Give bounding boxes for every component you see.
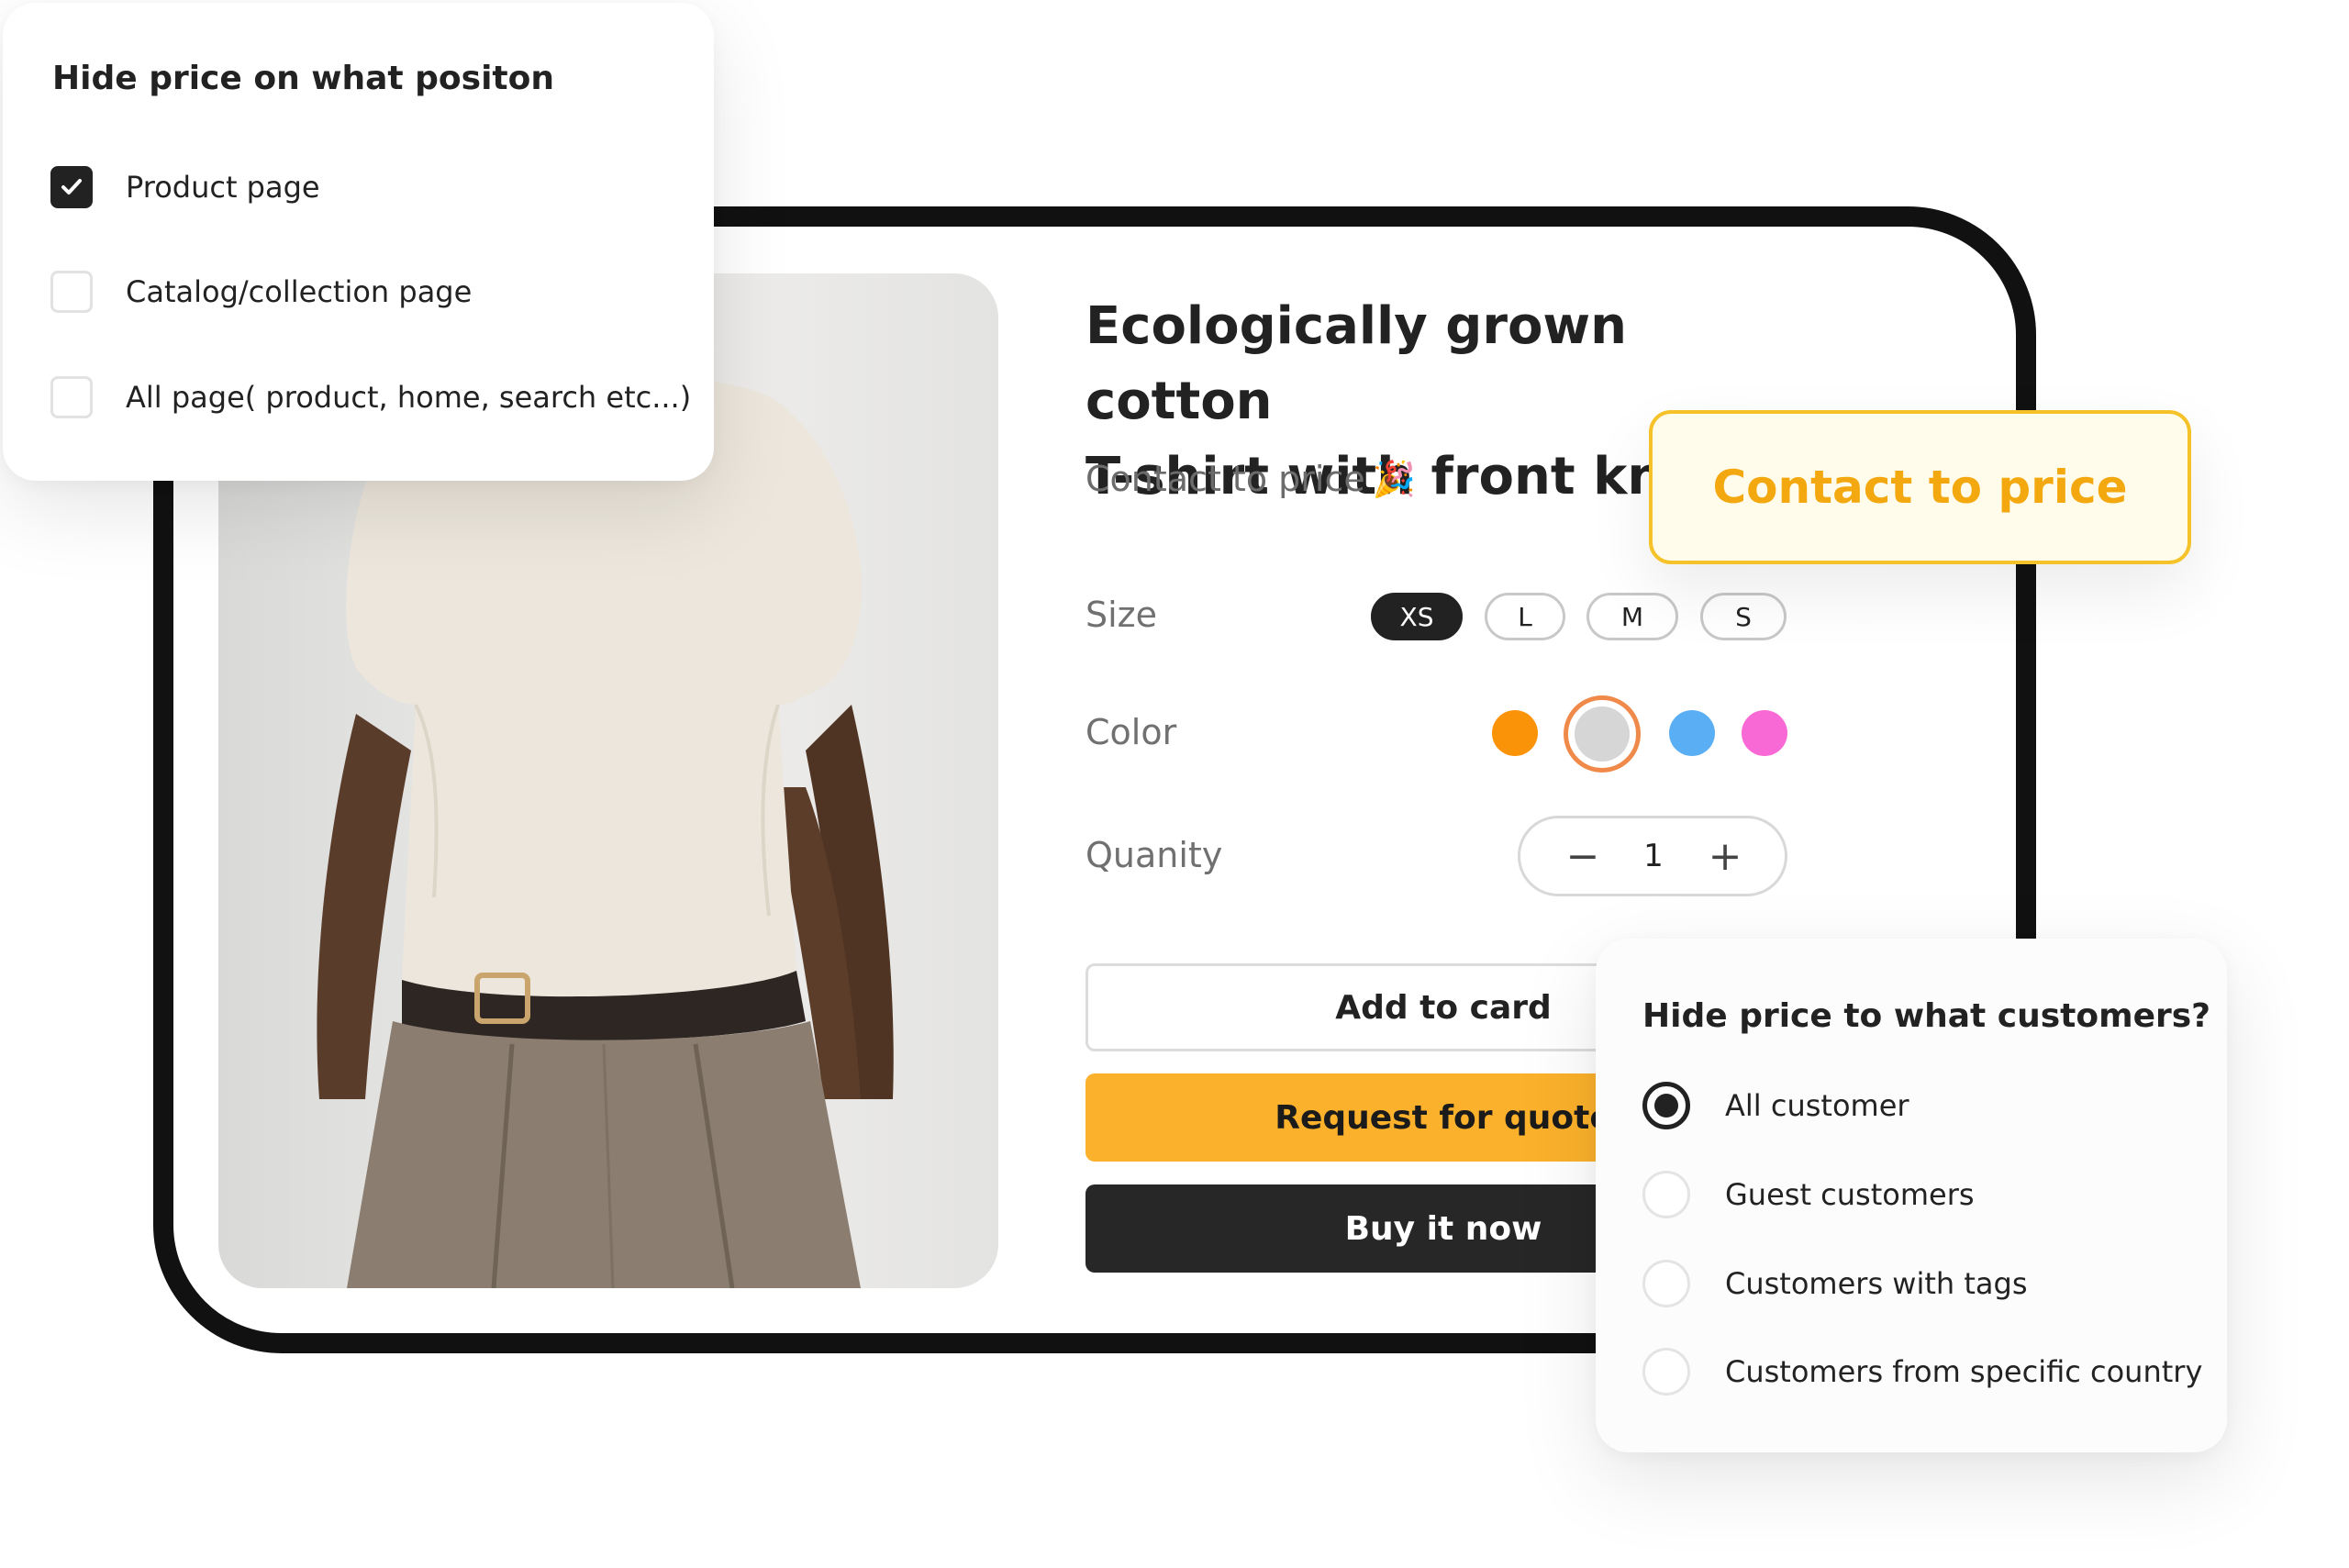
price-text: Contact to price 🎉 — [1085, 459, 1416, 500]
radio-selected[interactable] — [1642, 1082, 1690, 1129]
plus-icon[interactable]: + — [1699, 818, 1751, 894]
checkmark-icon — [61, 179, 82, 195]
color-swatch-blue[interactable] — [1669, 710, 1715, 756]
size-label: Size — [1085, 595, 1158, 635]
quantity-stepper: − 1 + — [1518, 816, 1787, 896]
option-label: Customers from specific country — [1725, 1354, 2203, 1389]
color-swatch-gray-selected[interactable] — [1564, 695, 1641, 773]
radio-unselected[interactable] — [1642, 1348, 1690, 1396]
quantity-value[interactable]: 1 — [1628, 818, 1679, 894]
option-label: All customer — [1725, 1088, 1909, 1123]
hide-price-position-card: Hide price on what positon Product page … — [3, 3, 714, 481]
customer-option-tags[interactable]: Customers with tags — [1642, 1260, 2027, 1307]
checkbox-unchecked[interactable] — [50, 271, 93, 313]
position-option-all-pages[interactable]: All page( product, home, search etc...) — [50, 376, 691, 418]
price-label: Contact to price — [1085, 459, 1365, 499]
customer-option-guest[interactable]: Guest customers — [1642, 1171, 1975, 1218]
party-popper-icon: 🎉 — [1372, 459, 1417, 499]
size-option-l[interactable]: L — [1485, 593, 1565, 640]
option-label: All page( product, home, search etc...) — [126, 380, 692, 415]
option-label: Customers with tags — [1725, 1266, 2028, 1301]
position-option-catalog-page[interactable]: Catalog/collection page — [50, 271, 472, 313]
radio-unselected[interactable] — [1642, 1171, 1690, 1218]
option-label: Product page — [126, 170, 320, 205]
color-label: Color — [1085, 712, 1177, 752]
contact-to-price-badge: Contact to price — [1649, 410, 2191, 564]
option-label: Guest customers — [1725, 1177, 1975, 1212]
color-swatch-gray-fill — [1575, 706, 1630, 762]
size-option-m[interactable]: M — [1586, 593, 1678, 640]
color-swatch-pink[interactable] — [1742, 710, 1787, 756]
checkbox-checked[interactable] — [50, 166, 93, 208]
customer-option-country[interactable]: Customers from specific country — [1642, 1348, 2202, 1396]
radio-unselected[interactable] — [1642, 1260, 1690, 1307]
hide-price-customers-card: Hide price to what customers? All custom… — [1596, 939, 2227, 1452]
size-option-xs[interactable]: XS — [1371, 593, 1463, 640]
option-label: Catalog/collection page — [126, 274, 473, 309]
customer-option-all[interactable]: All customer — [1642, 1082, 1909, 1129]
position-card-title: Hide price on what positon — [52, 60, 554, 97]
quantity-label: Quanity — [1085, 835, 1223, 875]
size-option-s[interactable]: S — [1700, 593, 1787, 640]
minus-icon[interactable]: − — [1557, 818, 1609, 894]
customers-card-title: Hide price to what customers? — [1642, 997, 2211, 1035]
position-option-product-page[interactable]: Product page — [50, 166, 320, 208]
color-swatch-orange[interactable] — [1492, 710, 1538, 756]
checkbox-unchecked[interactable] — [50, 376, 93, 418]
